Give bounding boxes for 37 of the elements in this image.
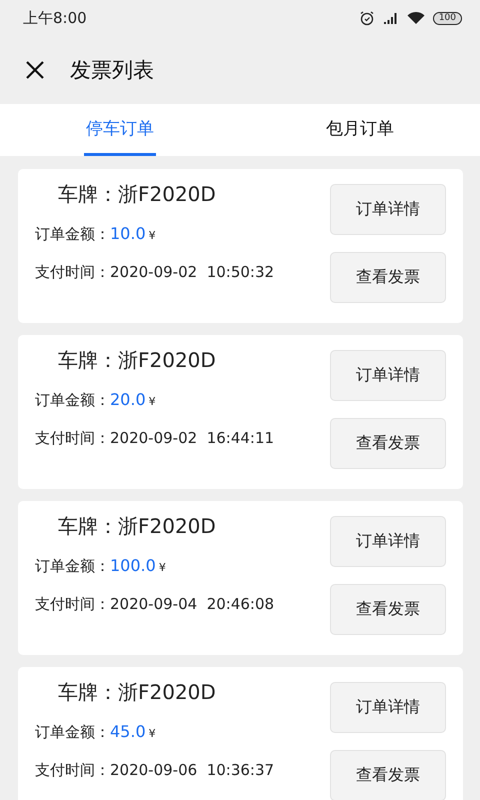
action-button[interactable]: 查看发票: [330, 252, 446, 303]
alarm-icon: [358, 10, 375, 26]
tab[interactable]: 包月订单: [324, 104, 396, 156]
plate-number: 车牌：浙F2020D: [58, 679, 217, 706]
tab[interactable]: 停车订单: [84, 104, 156, 156]
status-time: 上午8:00: [23, 8, 87, 28]
plate-number: 车牌：浙F2020D: [58, 181, 217, 208]
wifi-icon: [406, 11, 425, 25]
action-button[interactable]: 查看发票: [330, 418, 446, 469]
amount-value: 45.0: [110, 722, 146, 741]
currency-sign: ¥: [148, 727, 156, 740]
page-title: 发票列表: [70, 57, 154, 84]
plate-number: 车牌：浙F2020D: [58, 347, 217, 374]
action-button[interactable]: 订单详情: [330, 350, 446, 401]
payment-time: 支付时间：2020-09-02 10:50:32: [35, 263, 274, 282]
close-icon[interactable]: [25, 60, 45, 80]
currency-sign: ¥: [158, 561, 166, 574]
amount-label: 订单金额：: [35, 225, 110, 244]
plate-number: 车牌：浙F2020D: [58, 513, 217, 540]
amount-value: 100.0: [110, 556, 156, 575]
amount-value: 20.0: [110, 390, 146, 409]
currency-sign: ¥: [148, 229, 156, 242]
action-button[interactable]: 查看发票: [330, 584, 446, 635]
amount-label: 订单金额：: [35, 557, 110, 576]
action-button[interactable]: 订单详情: [330, 184, 446, 235]
signal-icon: [382, 12, 399, 24]
action-button[interactable]: 订单详情: [330, 682, 446, 733]
amount-label: 订单金额：: [35, 723, 110, 742]
amount-value: 10.0: [110, 224, 146, 243]
payment-time: 支付时间：2020-09-02 16:44:11: [35, 429, 274, 448]
action-button[interactable]: 订单详情: [330, 516, 446, 567]
amount-label: 订单金额：: [35, 391, 110, 410]
currency-sign: ¥: [148, 395, 156, 408]
payment-time: 支付时间：2020-09-06 10:36:37: [35, 761, 274, 780]
action-button[interactable]: 查看发票: [330, 750, 446, 800]
battery-icon: 100: [432, 12, 462, 24]
payment-time: 支付时间：2020-09-04 20:46:08: [35, 595, 274, 614]
